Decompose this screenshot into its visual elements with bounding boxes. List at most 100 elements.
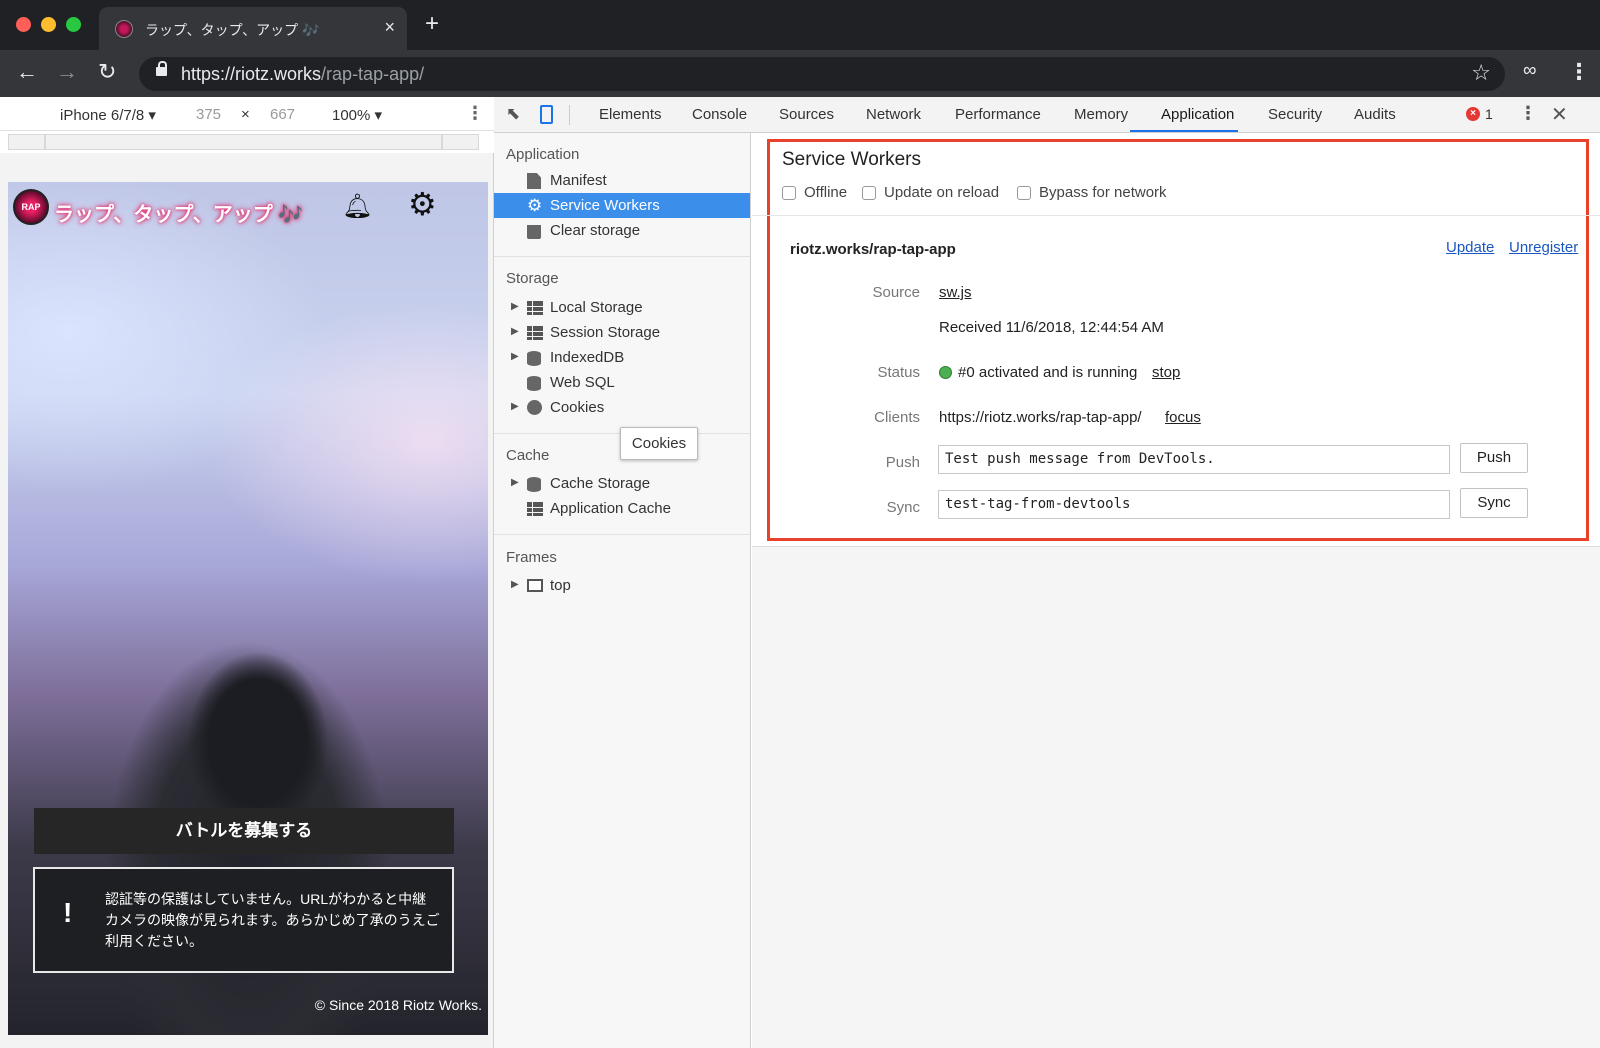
push-message-input[interactable]: Test push message from DevTools. bbox=[938, 445, 1450, 474]
expand-arrow-icon[interactable]: ▶ bbox=[511, 477, 519, 488]
close-devtools-icon[interactable]: ✕ bbox=[1551, 102, 1568, 127]
browser-tab[interactable]: ラップ、タップ、アップ 🎶 × bbox=[99, 7, 407, 50]
divider bbox=[494, 534, 750, 535]
media-query-ruler bbox=[0, 131, 494, 153]
tab-security[interactable]: Security bbox=[1268, 106, 1322, 123]
close-window-button[interactable] bbox=[16, 17, 31, 32]
sidebar-item-session-storage[interactable]: ▶ Session Storage bbox=[494, 320, 750, 345]
sidebar-item-web-sql[interactable]: Web SQL bbox=[494, 370, 750, 395]
tab-application[interactable]: Application bbox=[1161, 106, 1234, 123]
address-bar[interactable]: https://riotz.works/rap-tap-app/ ☆ bbox=[139, 57, 1505, 91]
trash-icon bbox=[527, 225, 541, 239]
favicon-icon bbox=[115, 20, 133, 38]
offline-checkbox[interactable] bbox=[782, 186, 796, 200]
expand-arrow-icon[interactable]: ▶ bbox=[511, 301, 519, 312]
update-link[interactable]: Update bbox=[1446, 239, 1494, 256]
bell-icon[interactable]: 🔔︎ bbox=[342, 192, 372, 221]
section-application: Application bbox=[506, 146, 580, 163]
sidebar-item-application-cache[interactable]: Application Cache bbox=[494, 496, 750, 521]
bypass-network-label[interactable]: Bypass for network bbox=[1039, 184, 1167, 201]
tab-sources[interactable]: Sources bbox=[779, 106, 834, 123]
error-count[interactable]: 1 bbox=[1485, 106, 1493, 122]
inspect-element-icon[interactable]: ⬉ bbox=[506, 104, 520, 124]
phone-viewport: RAP ラップ、タップ、アップ 🎶 🔔︎ ⚙ バトルを募集する ! 認証等の保護… bbox=[8, 182, 488, 1035]
worker-scope: riotz.works/rap-tap-app bbox=[790, 241, 956, 258]
offline-label[interactable]: Offline bbox=[804, 184, 847, 201]
expand-arrow-icon[interactable]: ▶ bbox=[511, 351, 519, 362]
exclamation-icon: ! bbox=[63, 897, 73, 928]
service-workers-panel: Service Workers Offline Update on reload… bbox=[752, 133, 1600, 547]
database-icon bbox=[527, 351, 541, 366]
focus-link[interactable]: focus bbox=[1165, 409, 1201, 426]
sidebar-item-label: Local Storage bbox=[550, 299, 643, 316]
update-on-reload-label[interactable]: Update on reload bbox=[884, 184, 999, 201]
tab-elements[interactable]: Elements bbox=[599, 106, 662, 123]
browser-menu-icon[interactable]: ⋮ bbox=[1568, 58, 1590, 86]
stop-link[interactable]: stop bbox=[1152, 364, 1180, 381]
status-running-icon bbox=[939, 366, 952, 379]
tab-audits[interactable]: Audits bbox=[1354, 106, 1396, 123]
sidebar-item-label: Session Storage bbox=[550, 324, 661, 341]
maximize-window-button[interactable] bbox=[66, 17, 81, 32]
zoom-select[interactable]: 100% ▾ bbox=[332, 106, 382, 124]
device-toggle-icon[interactable] bbox=[540, 105, 553, 124]
device-width-input[interactable]: 375 bbox=[196, 106, 221, 123]
sync-tag-input[interactable]: test-tag-from-devtools bbox=[938, 490, 1450, 519]
expand-arrow-icon[interactable]: ▶ bbox=[511, 401, 519, 412]
tab-memory[interactable]: Memory bbox=[1074, 106, 1128, 123]
dimension-separator: × bbox=[241, 106, 250, 123]
device-select[interactable]: iPhone 6/7/8 ▾ bbox=[60, 106, 156, 124]
recruit-battle-button[interactable]: バトルを募集する bbox=[34, 808, 454, 854]
tab-close-icon[interactable]: × bbox=[384, 17, 395, 38]
divider bbox=[569, 105, 570, 125]
reload-icon[interactable]: ↻ bbox=[98, 59, 116, 85]
update-on-reload-checkbox[interactable] bbox=[862, 186, 876, 200]
sidebar-item-cache-storage[interactable]: ▶ Cache Storage bbox=[494, 471, 750, 496]
sidebar-item-top-frame[interactable]: ▶ top bbox=[494, 573, 750, 598]
push-label: Push bbox=[885, 454, 920, 471]
tab-performance[interactable]: Performance bbox=[955, 106, 1041, 123]
sidebar-item-label: Clear storage bbox=[550, 222, 641, 239]
section-frames: Frames bbox=[506, 549, 557, 566]
expand-arrow-icon[interactable]: ▶ bbox=[511, 579, 519, 590]
source-label: Source bbox=[872, 284, 920, 301]
sidebar-item-local-storage[interactable]: ▶ Local Storage bbox=[494, 295, 750, 320]
sidebar-item-manifest[interactable]: Manifest bbox=[494, 168, 750, 193]
back-arrow-icon[interactable]: ← bbox=[16, 59, 38, 85]
ruler-segment[interactable] bbox=[442, 134, 479, 150]
push-button[interactable]: Push bbox=[1460, 443, 1528, 473]
tab-console[interactable]: Console bbox=[692, 106, 747, 123]
database-icon bbox=[527, 376, 541, 391]
device-height-input[interactable]: 667 bbox=[270, 106, 295, 123]
bypass-network-checkbox[interactable] bbox=[1017, 186, 1031, 200]
sidebar-item-label: Service Workers bbox=[550, 197, 660, 214]
tab-network[interactable]: Network bbox=[866, 106, 921, 123]
ruler-segment[interactable] bbox=[45, 134, 442, 150]
source-link[interactable]: sw.js bbox=[939, 284, 972, 301]
expand-arrow-icon[interactable]: ▶ bbox=[511, 326, 519, 337]
section-storage: Storage bbox=[506, 270, 559, 287]
new-tab-button[interactable]: + bbox=[425, 12, 439, 36]
file-icon bbox=[527, 173, 541, 189]
url-text[interactable]: https://riotz.works/rap-tap-app/ bbox=[181, 64, 424, 85]
sidebar-item-cookies[interactable]: ▶ Cookies bbox=[494, 395, 750, 420]
minimize-window-button[interactable] bbox=[41, 17, 56, 32]
devtools-menu-icon[interactable]: ⋮ bbox=[1519, 103, 1537, 124]
sidebar-item-service-workers[interactable]: ⚙ Service Workers bbox=[494, 193, 750, 218]
ruler-segment[interactable] bbox=[8, 134, 45, 150]
sidebar-item-label: top bbox=[550, 577, 571, 594]
forward-arrow-icon[interactable]: → bbox=[56, 59, 78, 85]
unregister-link[interactable]: Unregister bbox=[1509, 239, 1578, 256]
settings-gear-icon[interactable]: ⚙ bbox=[408, 188, 437, 220]
sidebar-item-indexeddb[interactable]: ▶ IndexedDB bbox=[494, 345, 750, 370]
bookmark-star-icon[interactable]: ☆ bbox=[1471, 60, 1491, 86]
lock-icon bbox=[156, 61, 167, 76]
grid-icon bbox=[527, 502, 543, 516]
cookie-icon bbox=[527, 400, 542, 415]
incognito-icon[interactable]: ∞ bbox=[1523, 60, 1537, 82]
sidebar-item-clear-storage[interactable]: Clear storage bbox=[494, 218, 750, 243]
sync-button[interactable]: Sync bbox=[1460, 488, 1528, 518]
divider bbox=[494, 256, 750, 257]
error-icon[interactable]: × bbox=[1466, 107, 1480, 121]
device-more-icon[interactable]: ⋮ bbox=[466, 103, 484, 124]
